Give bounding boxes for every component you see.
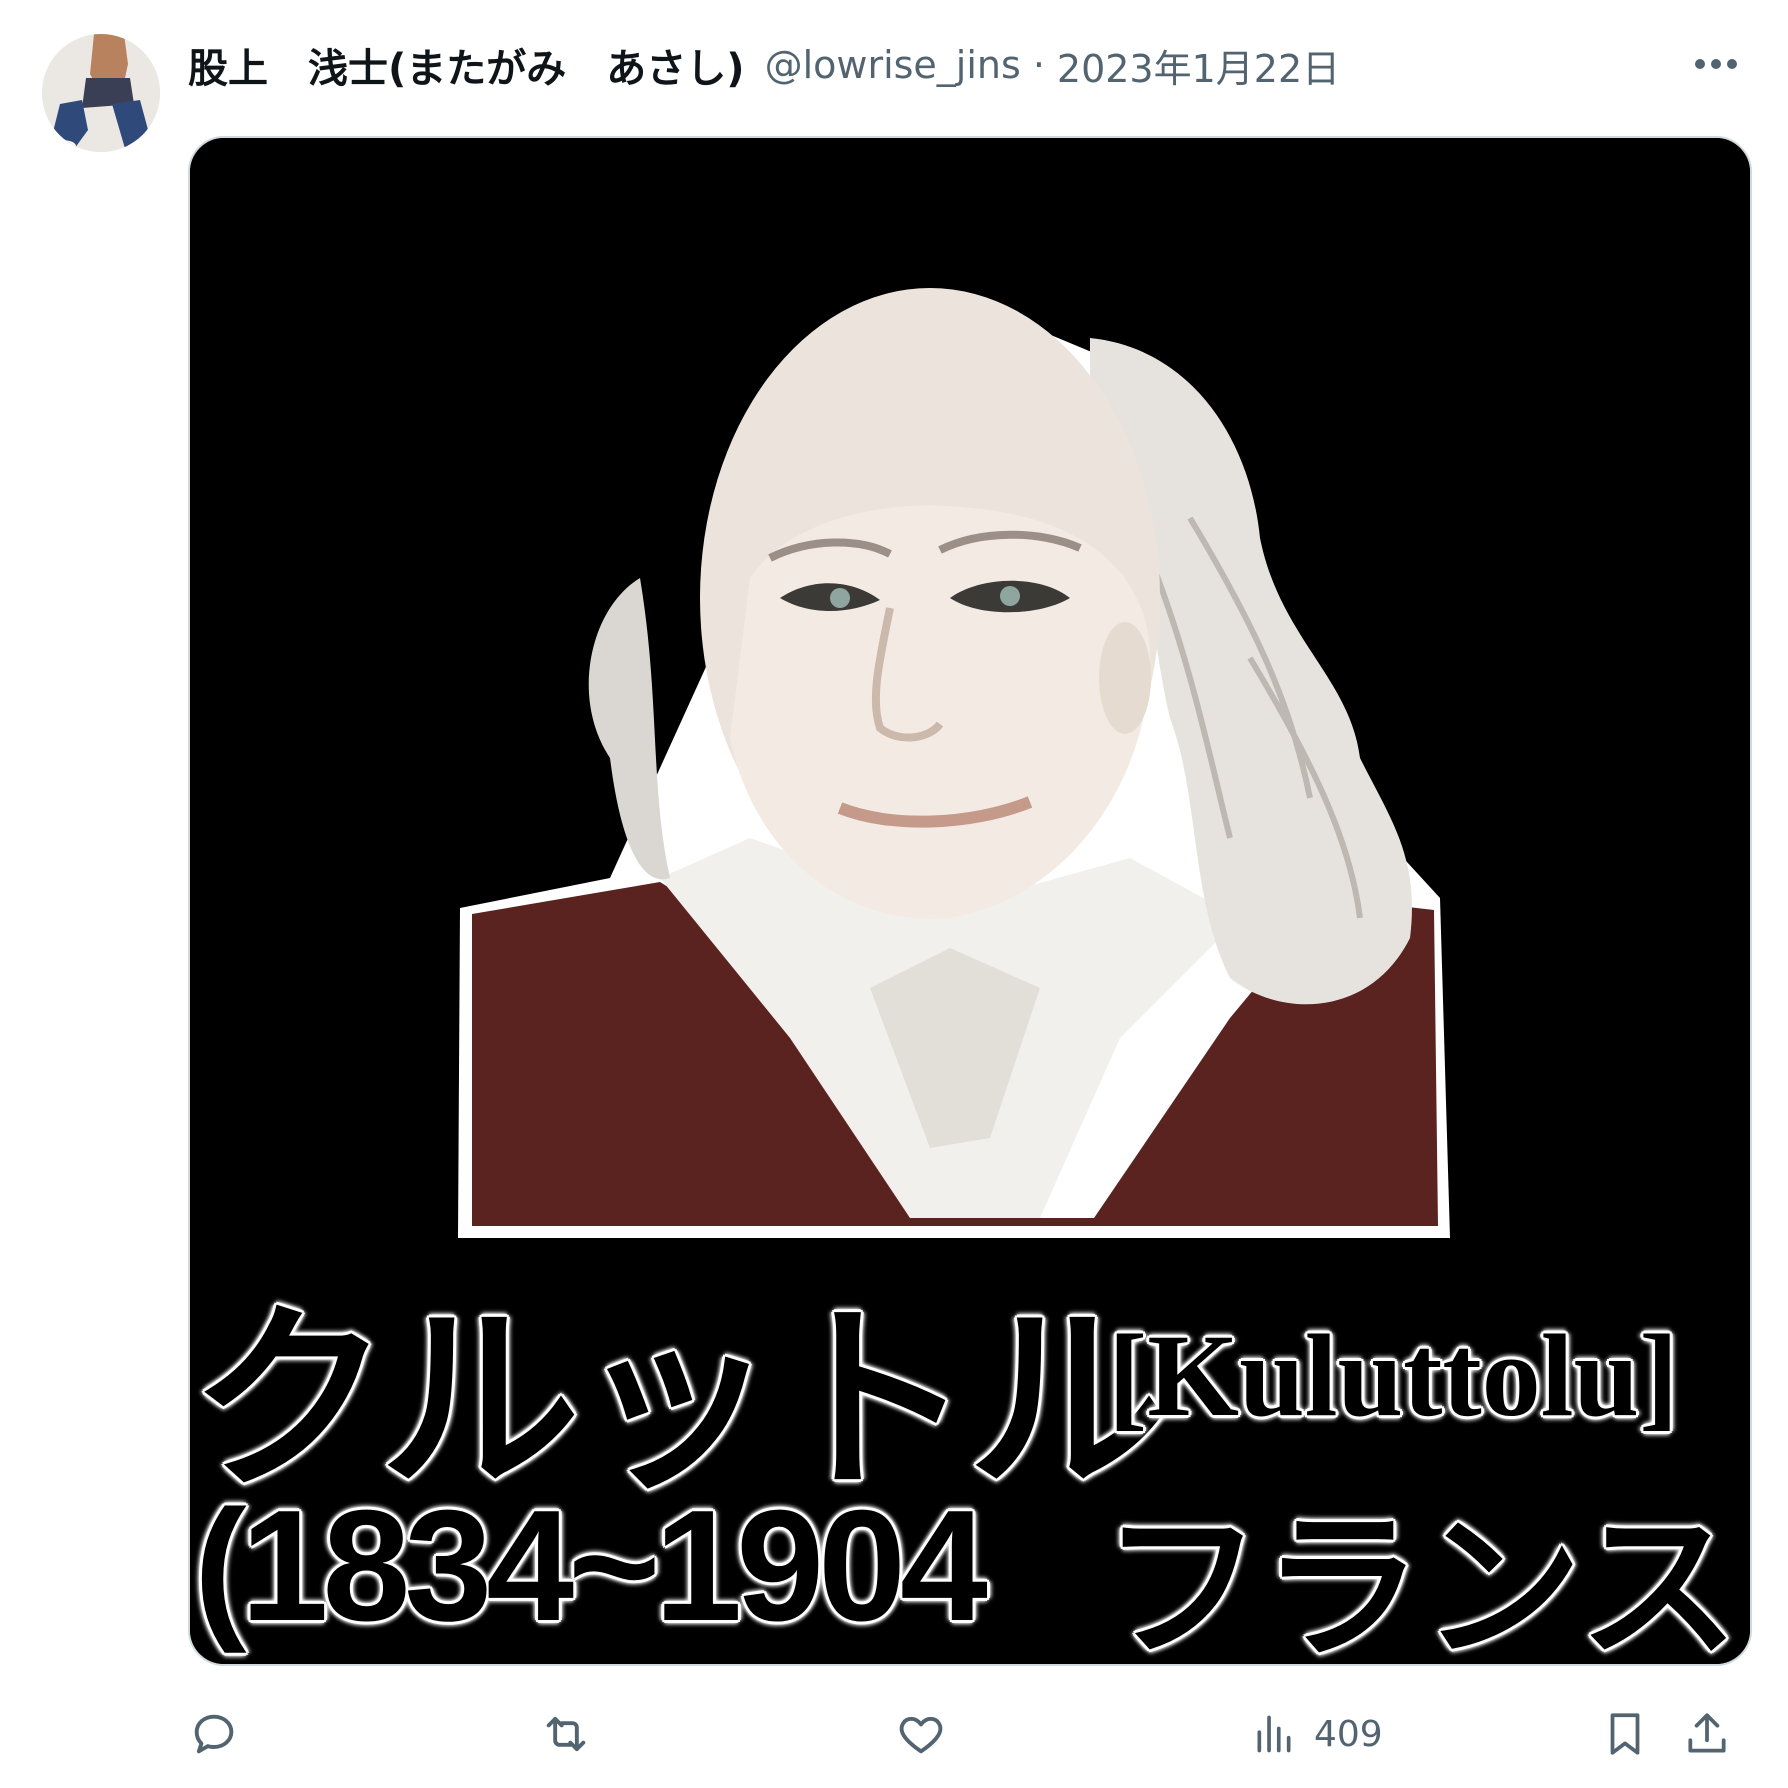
bookmark-icon [1610,1713,1640,1755]
heart-icon [899,1716,943,1754]
display-name[interactable]: 股上 浅士(またがみ あさし) [188,36,745,94]
action-bar: 409 [188,1702,1752,1766]
more-icon [1695,59,1737,69]
retweet-button[interactable] [538,1702,594,1766]
reply-button[interactable] [188,1702,240,1766]
separator-dot: · [1032,43,1045,87]
retweet-icon [546,1716,586,1752]
reply-icon [194,1714,234,1754]
tweet: 股上 浅士(またがみ あさし) @lowrise_jins · 2023年1月2… [0,0,1788,1788]
avatar[interactable] [42,34,160,152]
more-options-button[interactable] [1686,40,1746,88]
caption-years: (1834~1904 [194,1478,988,1654]
like-button[interactable] [894,1702,948,1766]
share-icon [1688,1713,1726,1753]
tweet-header: 股上 浅士(またがみ あさし) @lowrise_jins · 2023年1月2… [188,30,1340,100]
views-button[interactable]: 409 [1252,1702,1383,1766]
caption-name-romaji: [Kuluttolu] [1108,1310,1679,1441]
post-date[interactable]: 2023年1月22日 [1057,38,1340,93]
bookmark-button[interactable] [1600,1702,1650,1766]
bar-chart-icon [1257,1715,1291,1753]
post-image[interactable]: クルットル [Kuluttolu] (1834~1904 フランス ) [188,136,1752,1666]
avatar-image [42,34,160,152]
user-handle[interactable]: @lowrise_jins [765,43,1021,87]
share-button[interactable] [1682,1702,1732,1766]
views-count: 409 [1314,1713,1383,1755]
caption-country: フランス ) [1102,1494,1750,1666]
